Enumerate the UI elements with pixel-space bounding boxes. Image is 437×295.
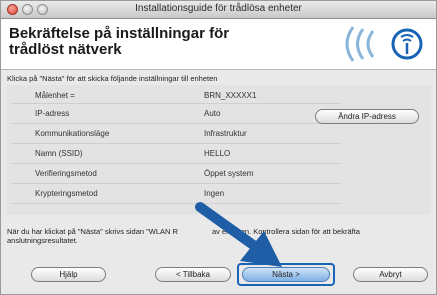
settings-row: Namn (SSID) HELLO [7, 147, 431, 161]
row-divider [11, 163, 341, 164]
setting-value: Öppet system [204, 169, 254, 178]
settings-row: Målenhet = BRN_XXXXX1 [7, 89, 431, 103]
setting-label: IP-adress [35, 109, 70, 118]
wireless-logo-icon [345, 26, 433, 62]
instruction-text: Klicka på "Nästa" för att skicka följand… [7, 74, 218, 83]
setting-value: HELLO [204, 149, 231, 158]
row-divider [11, 123, 341, 124]
help-button[interactable]: Hjälp [31, 267, 106, 282]
setting-value: BRN_XXXXX1 [204, 91, 257, 100]
change-ip-address-button[interactable]: Ändra IP-adress [315, 109, 419, 124]
row-divider [11, 183, 341, 184]
window-title: Installationsguide för trådlösa enheter [135, 3, 302, 14]
setting-value: Infrastruktur [204, 129, 247, 138]
footer-text-part-1: När du har klickat på "Nästa" skrivs sid… [7, 227, 178, 236]
settings-row: Verifieringsmetod Öppet system [7, 167, 431, 181]
row-divider [11, 143, 341, 144]
setting-label: Krypteringsmetod [35, 189, 98, 198]
setting-label: Kommunikationsläge [35, 129, 110, 138]
setting-label: Verifieringsmetod [35, 169, 97, 178]
settings-row: Krypteringsmetod Ingen [7, 187, 431, 201]
cancel-button[interactable]: Avbryt [353, 267, 428, 282]
setting-label: Målenhet = [35, 91, 75, 100]
settings-row: Kommunikationsläge Infrastruktur [7, 127, 431, 141]
setting-label: Namn (SSID) [35, 149, 83, 158]
setting-value: Ingen [204, 189, 225, 198]
row-divider [11, 103, 341, 104]
setting-value: Auto [204, 109, 221, 118]
header-divider [1, 69, 436, 70]
title-bar: Installationsguide för trådlösa enheter [1, 1, 436, 19]
row-divider [11, 203, 341, 204]
settings-panel: Målenhet = BRN_XXXXX1 IP-adress Auto Kom… [7, 85, 431, 215]
page-title: Bekräftelse på inställningar för trådlös… [9, 25, 230, 58]
header-banner: Bekräftelse på inställningar för trådlös… [1, 19, 436, 69]
installer-window: Installationsguide för trådlösa enheter … [0, 0, 437, 295]
pointer-arrow-icon [195, 202, 282, 267]
